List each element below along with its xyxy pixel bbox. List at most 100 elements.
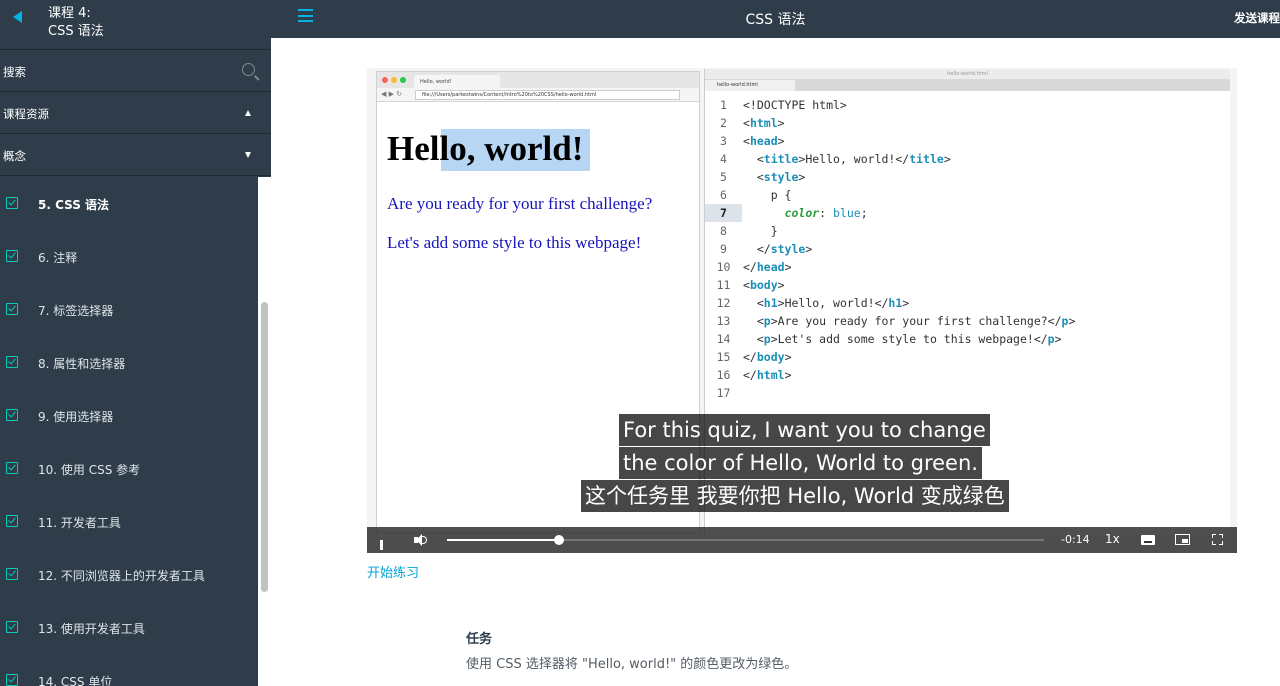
code-line: </html> bbox=[743, 368, 792, 382]
editor-tab-bar: hello-world.html bbox=[705, 79, 1230, 91]
lesson-label: 12. 不同浏览器上的开发者工具 bbox=[38, 569, 205, 583]
lesson-label: 13. 使用开发者工具 bbox=[38, 622, 145, 636]
line-number: 14 bbox=[716, 332, 731, 346]
line-number: 2 bbox=[720, 116, 727, 130]
checkmark-icon bbox=[6, 250, 18, 262]
page-paragraph-2: Let's add some style to this webpage! bbox=[387, 233, 642, 252]
search-icon[interactable] bbox=[242, 63, 255, 76]
concepts-toggle[interactable]: 概念 bbox=[0, 134, 271, 176]
lesson-item[interactable]: 7. 标签选择器 bbox=[0, 283, 258, 336]
browser-url-bar: ◀ ▶ ↻ file:///Users/parkestwins/Content/… bbox=[377, 88, 699, 102]
course-title: CSS 语法 bbox=[48, 24, 104, 39]
task-title: 任务 bbox=[466, 632, 493, 647]
browser-nav-icon: ◀ ▶ ↻ bbox=[381, 90, 403, 98]
checkmark-icon bbox=[6, 621, 18, 633]
line-number: 17 bbox=[716, 386, 731, 400]
code-line: } bbox=[743, 224, 778, 238]
page-heading: Hello, world! bbox=[387, 129, 584, 168]
pause-icon[interactable] bbox=[380, 535, 389, 550]
lesson-label: 9. 使用选择器 bbox=[38, 410, 114, 424]
line-number: 15 bbox=[716, 350, 731, 364]
picture-in-picture-icon[interactable] bbox=[1175, 534, 1190, 545]
lesson-item[interactable]: 6. 注释 bbox=[0, 230, 258, 283]
browser-url: file:///Users/parkestwins/Content/Intro%… bbox=[415, 90, 680, 100]
lesson-label: 6. 注释 bbox=[38, 251, 78, 265]
sidebar-scrollbar-thumb[interactable] bbox=[261, 302, 268, 592]
lesson-list: 5. CSS 语法 6. 注释 7. 标签选择器 8. 属性和选择器 9. 使用… bbox=[0, 177, 258, 686]
line-number: 11 bbox=[716, 278, 731, 292]
lesson-label: 7. 标签选择器 bbox=[38, 304, 114, 318]
lesson-label: 10. 使用 CSS 参考 bbox=[38, 463, 141, 477]
search-input[interactable]: 搜索 bbox=[3, 64, 26, 80]
code-line: <p>Let's add some style to this webpage!… bbox=[743, 332, 1062, 346]
editor-tab: hello-world.html bbox=[705, 80, 795, 91]
chevron-up-icon bbox=[245, 110, 251, 116]
code-line: p { bbox=[743, 188, 792, 202]
time-remaining: -0:14 bbox=[1061, 533, 1090, 546]
line-number: 7 bbox=[705, 204, 742, 222]
lesson-label: 8. 属性和选择器 bbox=[38, 357, 126, 371]
code-line: <h1>Hello, world!</h1> bbox=[743, 296, 910, 310]
checkmark-icon bbox=[6, 409, 18, 421]
code-line: <style> bbox=[743, 170, 806, 184]
top-bar: CSS 语法 发送课程 bbox=[271, 0, 1280, 38]
code-line: <p>Are you ready for your first challeng… bbox=[743, 314, 1076, 328]
code-line: <head> bbox=[743, 134, 785, 148]
browser-tab-bar: Hello, world! bbox=[377, 72, 699, 88]
lesson-label: 14. CSS 单位 bbox=[38, 675, 113, 686]
course-header[interactable]: 课程 4: CSS 语法 bbox=[0, 0, 271, 50]
course-resources-toggle[interactable]: 课程资源 bbox=[0, 92, 271, 134]
lesson-item[interactable]: 14. CSS 单位 bbox=[0, 654, 258, 686]
checkmark-icon bbox=[6, 356, 18, 368]
lesson-item[interactable]: 9. 使用选择器 bbox=[0, 389, 258, 442]
page-paragraph-1: Are you ready for your first challenge? bbox=[387, 194, 653, 213]
line-number: 13 bbox=[716, 314, 731, 328]
checkmark-icon bbox=[6, 674, 18, 686]
minimize-dot-icon bbox=[391, 77, 397, 83]
checkmark-icon bbox=[6, 568, 18, 580]
code-line: <html> bbox=[743, 116, 785, 130]
concepts-label: 概念 bbox=[3, 149, 26, 163]
editor-title: hello-world.html bbox=[705, 69, 1230, 79]
line-number: 5 bbox=[720, 170, 727, 184]
search-row[interactable]: 搜索 bbox=[0, 50, 271, 92]
code-line: color: blue; bbox=[784, 206, 868, 220]
checkmark-icon bbox=[6, 462, 18, 474]
page-title: CSS 语法 bbox=[745, 12, 806, 28]
chevron-down-icon bbox=[245, 152, 251, 158]
line-number: 16 bbox=[716, 368, 731, 382]
code-line: <title>Hello, world!</title> bbox=[743, 152, 951, 166]
code-line: </head> bbox=[743, 260, 792, 274]
progress-handle[interactable] bbox=[554, 535, 565, 545]
volume-icon[interactable] bbox=[414, 534, 427, 546]
line-number: 1 bbox=[720, 98, 727, 112]
start-practice-link[interactable]: 开始练习 bbox=[367, 562, 419, 581]
line-number: 9 bbox=[720, 242, 727, 256]
checkmark-icon bbox=[6, 515, 18, 527]
progress-fill bbox=[447, 539, 560, 541]
course-resources-label: 课程资源 bbox=[3, 107, 49, 121]
lesson-item[interactable]: 12. 不同浏览器上的开发者工具 bbox=[0, 548, 258, 601]
caption-line-1: For this quiz, I want you to change bbox=[619, 414, 990, 446]
fullscreen-icon[interactable] bbox=[1212, 534, 1223, 545]
code-line: <!DOCTYPE html> bbox=[743, 98, 847, 112]
back-arrow-icon[interactable] bbox=[13, 11, 22, 23]
captions-icon[interactable] bbox=[1141, 535, 1155, 545]
lesson-item[interactable]: 13. 使用开发者工具 bbox=[0, 601, 258, 654]
lesson-item[interactable]: 11. 开发者工具 bbox=[0, 495, 258, 548]
lesson-item[interactable]: 8. 属性和选择器 bbox=[0, 336, 258, 389]
checkmark-icon bbox=[6, 197, 18, 209]
playback-speed-button[interactable]: 1x bbox=[1105, 532, 1120, 546]
course-number: 课程 4: bbox=[48, 6, 91, 21]
progress-bar[interactable] bbox=[447, 535, 1044, 545]
lesson-item[interactable]: 10. 使用 CSS 参考 bbox=[0, 442, 258, 495]
line-number: 10 bbox=[716, 260, 731, 274]
checkmark-icon bbox=[6, 303, 18, 315]
line-number: 8 bbox=[720, 224, 727, 238]
browser-tab: Hello, world! bbox=[414, 75, 500, 88]
lesson-item[interactable]: 5. CSS 语法 bbox=[0, 177, 258, 230]
video-player[interactable]: Hello, world! ◀ ▶ ↻ file:///Users/parkes… bbox=[367, 68, 1237, 553]
send-course-button[interactable]: 发送课程 bbox=[1234, 10, 1280, 26]
caption-line-3: 这个任务里 我要你把 Hello, World 变成绿色 bbox=[581, 480, 1009, 512]
line-number: 4 bbox=[720, 152, 727, 166]
